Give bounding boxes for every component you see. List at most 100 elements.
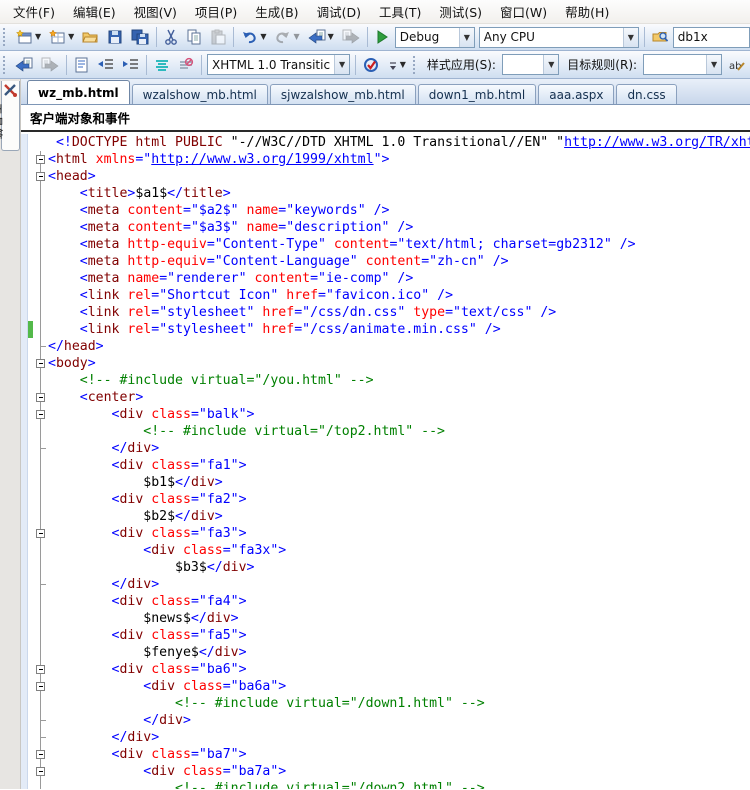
selection-margin[interactable] <box>21 610 28 627</box>
toolbar-grip[interactable] <box>3 56 7 74</box>
collapse-box-icon[interactable] <box>36 155 45 164</box>
code-text[interactable]: <div class="fa1"> <box>48 457 247 474</box>
outlining-margin[interactable] <box>33 661 48 678</box>
menu-item-1[interactable]: 编辑(E) <box>64 0 125 24</box>
selection-margin[interactable] <box>21 168 28 185</box>
nav-forward-button[interactable] <box>338 26 364 48</box>
selection-margin[interactable] <box>21 746 28 763</box>
menu-item-9[interactable]: 帮助(H) <box>556 0 618 24</box>
toolbar-grip[interactable] <box>413 56 417 74</box>
chevron-down-icon[interactable]: ▼ <box>400 61 406 69</box>
code-text[interactable]: </div> <box>48 712 191 729</box>
code-line-27[interactable]: </div> <box>21 576 750 593</box>
menu-item-0[interactable]: 文件(F) <box>4 0 64 24</box>
code-text[interactable]: </head> <box>48 338 104 355</box>
code-text[interactable]: <div class="fa4"> <box>48 593 247 610</box>
code-line-8[interactable]: <meta http-equiv="Content-Language" cont… <box>21 253 750 270</box>
selection-margin[interactable] <box>21 406 28 423</box>
code-line-39[interactable]: <!-- #include virtual="/down2.html" --> <box>21 780 750 789</box>
redo-button[interactable]: ▼ <box>270 26 303 48</box>
selection-margin[interactable] <box>21 712 28 729</box>
selection-margin[interactable] <box>21 202 28 219</box>
collapse-box-icon[interactable] <box>36 172 45 181</box>
code-text[interactable]: $b3$</div> <box>48 559 254 576</box>
code-text[interactable]: <center> <box>48 389 143 406</box>
document-tab-aaa-aspx[interactable]: aaa.aspx <box>538 84 614 104</box>
code-line-21[interactable]: $b1$</div> <box>21 474 750 491</box>
code-line-35[interactable]: </div> <box>21 712 750 729</box>
menu-item-5[interactable]: 调试(D) <box>308 0 370 24</box>
selection-margin[interactable] <box>21 474 28 491</box>
menu-item-7[interactable]: 测试(S) <box>430 0 491 24</box>
code-text[interactable]: <link rel="Shortcut Icon" href="favicon.… <box>48 287 453 304</box>
menu-item-2[interactable]: 视图(V) <box>125 0 186 24</box>
outlining-margin[interactable] <box>33 355 48 372</box>
selection-margin[interactable] <box>21 440 28 457</box>
debug-config-combo[interactable]: Debug ▼ <box>395 27 475 48</box>
selection-margin[interactable] <box>21 542 28 559</box>
code-line-6[interactable]: <meta content="$a3$" name="description" … <box>21 219 750 236</box>
code-text[interactable]: <!DOCTYPE html PUBLIC "-//W3C//DTD XHTML… <box>48 134 750 151</box>
code-text[interactable]: <div class="ba6a"> <box>48 678 286 695</box>
document-tab-wzalshow_mb-html[interactable]: wzalshow_mb.html <box>132 84 268 104</box>
code-text[interactable]: <!-- #include virtual="/down1.html" --> <box>48 695 485 712</box>
code-text[interactable]: <div class="fa3"> <box>48 525 247 542</box>
code-line-38[interactable]: <div class="ba7a"> <box>21 763 750 780</box>
selection-margin[interactable] <box>21 661 28 678</box>
selection-margin[interactable] <box>21 559 28 576</box>
code-line-12[interactable]: <link rel="stylesheet" href="/css/animat… <box>21 321 750 338</box>
collapse-box-icon[interactable] <box>36 393 45 402</box>
code-text[interactable]: $fenye$</div> <box>48 644 247 661</box>
outlining-margin[interactable] <box>33 151 48 168</box>
code-line-23[interactable]: $b2$</div> <box>21 508 750 525</box>
chevron-down-icon[interactable]: ▼ <box>543 55 558 74</box>
code-text[interactable]: </div> <box>48 440 159 457</box>
edit-style-button[interactable]: ab <box>724 54 750 76</box>
code-line-15[interactable]: <!-- #include virtual="/you.html" --> <box>21 372 750 389</box>
code-text[interactable]: <link rel="stylesheet" href="/css/dn.css… <box>48 304 556 321</box>
chevron-down-icon[interactable]: ▼ <box>706 55 721 74</box>
code-line-9[interactable]: <meta name="renderer" content="ie-comp" … <box>21 270 750 287</box>
code-line-20[interactable]: <div class="fa1"> <box>21 457 750 474</box>
outlining-margin[interactable] <box>33 678 48 695</box>
save-button[interactable] <box>103 26 127 48</box>
code-line-30[interactable]: <div class="fa5"> <box>21 627 750 644</box>
selection-margin[interactable] <box>21 287 28 304</box>
chevron-down-icon[interactable]: ▼ <box>334 55 349 74</box>
code-line-11[interactable]: <link rel="stylesheet" href="/css/dn.css… <box>21 304 750 321</box>
selection-margin[interactable] <box>21 372 28 389</box>
selection-margin[interactable] <box>21 593 28 610</box>
selection-margin[interactable] <box>21 321 28 338</box>
cut-button[interactable] <box>160 26 182 48</box>
code-line-5[interactable]: <meta content="$a2$" name="keywords" /> <box>21 202 750 219</box>
toolbar-overflow-button[interactable]: ▼ <box>384 54 410 76</box>
code-text[interactable]: $b2$</div> <box>48 508 223 525</box>
copy-button[interactable] <box>182 26 206 48</box>
code-line-18[interactable]: <!-- #include virtual="/top2.html" --> <box>21 423 750 440</box>
code-line-22[interactable]: <div class="fa2"> <box>21 491 750 508</box>
selection-margin[interactable] <box>21 695 28 712</box>
save-all-button[interactable] <box>127 26 153 48</box>
collapse-box-icon[interactable] <box>36 767 45 776</box>
code-text[interactable]: $b1$</div> <box>48 474 223 491</box>
document-tab-dn-css[interactable]: dn.css <box>616 84 676 104</box>
code-text[interactable]: <!-- #include virtual="/top2.html" --> <box>48 423 445 440</box>
selection-margin[interactable] <box>21 678 28 695</box>
selection-margin[interactable] <box>21 219 28 236</box>
check-validity-button[interactable] <box>359 54 384 76</box>
outlining-margin[interactable] <box>33 746 48 763</box>
selection-margin[interactable] <box>21 644 28 661</box>
code-line-29[interactable]: $news$</div> <box>21 610 750 627</box>
client-objects-dropdown[interactable]: 客户端对象和事件 <box>30 108 130 127</box>
code-line-17[interactable]: <div class="balk"> <box>21 406 750 423</box>
target-schema-combo[interactable]: XHTML 1.0 Transitic ▼ <box>207 54 350 75</box>
platform-combo[interactable]: Any CPU ▼ <box>479 27 639 48</box>
paste-button[interactable] <box>206 26 230 48</box>
code-line-33[interactable]: <div class="ba6a"> <box>21 678 750 695</box>
selection-margin[interactable] <box>21 151 28 168</box>
selection-margin[interactable] <box>21 491 28 508</box>
target-rule-combo[interactable]: ▼ <box>643 54 722 75</box>
code-text[interactable]: $news$</div> <box>48 610 239 627</box>
new-project-button[interactable]: ▼ <box>12 26 45 48</box>
code-line-37[interactable]: <div class="ba7"> <box>21 746 750 763</box>
